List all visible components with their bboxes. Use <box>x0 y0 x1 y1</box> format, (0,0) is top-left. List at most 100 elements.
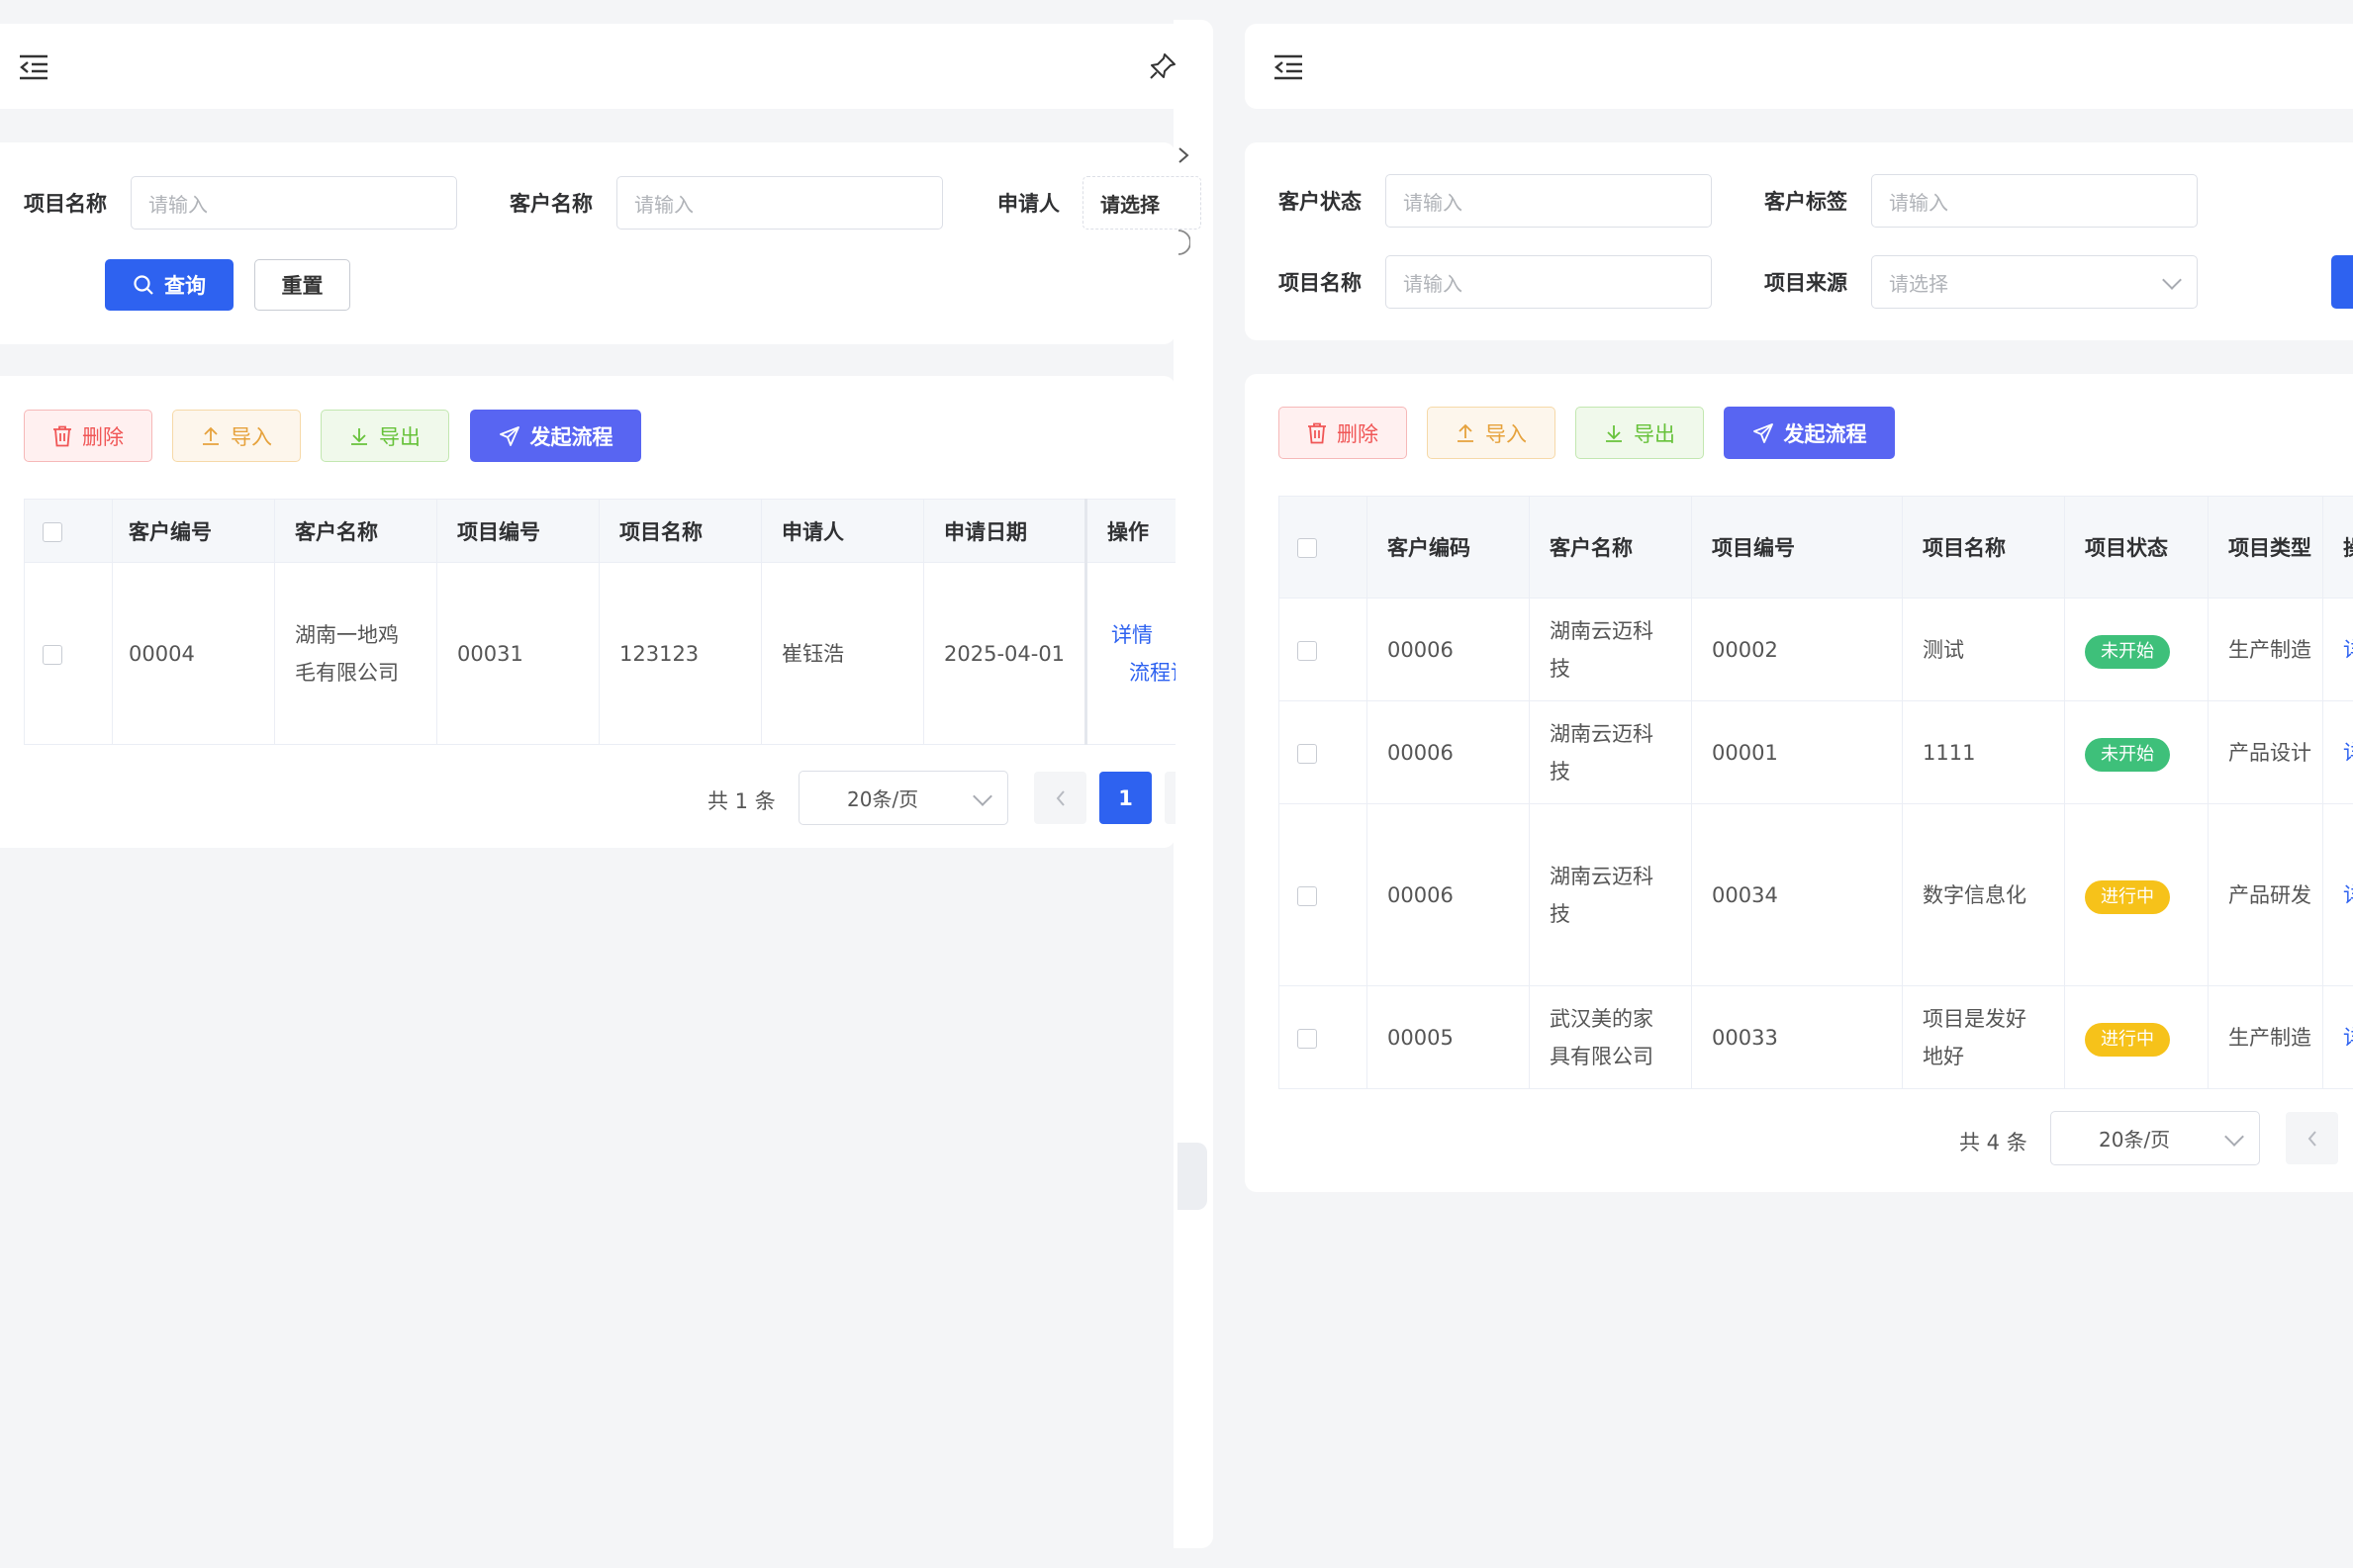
column-header[interactable]: 项目名称 <box>599 499 762 563</box>
status-badge: 未开始 <box>2085 737 2170 772</box>
customer-code-cell: 00006 <box>1366 700 1530 804</box>
collapse-menu-icon[interactable] <box>18 53 49 81</box>
prev-page-button[interactable] <box>1034 772 1086 824</box>
project-no-cell: 00002 <box>1691 598 1903 701</box>
prev-page-button[interactable] <box>2286 1112 2338 1164</box>
start-flow-button[interactable]: 发起流程 <box>1724 407 1895 459</box>
chevron-right-icon[interactable] <box>1176 145 1190 165</box>
project-no-cell: 00031 <box>436 562 600 745</box>
row-checkbox[interactable] <box>1297 640 1317 661</box>
customer-status-label: 客户状态 <box>1278 190 1362 214</box>
row-checkbox[interactable] <box>1297 1028 1317 1049</box>
table-row[interactable]: 00005武汉美的家具有限公司00033项目是发好地好进行中 生产制造详 <box>1278 985 2353 1089</box>
export-label: 导出 <box>1634 421 1675 446</box>
right-header-bar <box>1245 24 2353 109</box>
project-source-placeholder: 请选择 <box>1889 271 1948 296</box>
project-name-input[interactable]: 请输入 <box>131 176 457 230</box>
detail-link[interactable]: 详 <box>2343 638 2353 662</box>
download-icon <box>1606 424 1622 442</box>
customer-name-input[interactable]: 请输入 <box>616 176 943 230</box>
row-checkbox[interactable] <box>43 644 62 665</box>
row-checkbox[interactable] <box>1297 885 1317 906</box>
column-header[interactable]: 客户名称 <box>274 499 437 563</box>
table-header-row: 客户编码 客户名称 项目编号 项目名称 项目状态 项目类型 操 <box>1278 496 2353 599</box>
project-no-cell: 00033 <box>1691 985 1903 1089</box>
column-header[interactable]: 项目名称 <box>1902 496 2065 599</box>
collapse-menu-icon[interactable] <box>1272 53 1304 81</box>
page-size-select[interactable]: 20条/页 <box>2050 1111 2260 1165</box>
column-header[interactable]: 项目编号 <box>1691 496 1903 599</box>
action-cell: 详 <box>2322 803 2353 986</box>
delete-button[interactable]: 删除 <box>24 410 152 462</box>
next-page-button[interactable] <box>1165 772 1176 824</box>
row-checkbox-cell <box>1278 985 1367 1089</box>
flow-detail-link[interactable]: 流程详 <box>1129 661 1176 685</box>
column-header[interactable]: 操作 <box>1084 499 1176 563</box>
column-header[interactable]: 项目类型 <box>2208 496 2323 599</box>
circle-handle-icon[interactable] <box>1176 228 1190 257</box>
page-1-button[interactable]: 1 <box>1099 772 1152 824</box>
row-checkbox[interactable] <box>1297 743 1317 764</box>
actions-cell: 详情 编 流程详 <box>1084 562 1176 745</box>
project-no-cell: 00034 <box>1691 803 1903 986</box>
chevron-left-icon <box>2307 1130 2316 1147</box>
status-badge: 进行中 <box>2085 1022 2170 1057</box>
column-header[interactable]: 客户编号 <box>112 499 275 563</box>
upload-icon <box>1458 423 1473 442</box>
table-row[interactable]: 00004 湖南一地鸡毛有限公司 00031 123123 崔钰浩 2025-0… <box>24 562 1176 745</box>
applicant-select[interactable]: 请选择 <box>1082 176 1201 230</box>
select-all-cell <box>24 499 113 563</box>
column-header[interactable]: 客户名称 <box>1529 496 1692 599</box>
query-button[interactable] <box>2331 255 2353 309</box>
column-header[interactable]: 项目编号 <box>436 499 600 563</box>
detail-link[interactable]: 详情 <box>1111 623 1153 647</box>
chevron-down-icon <box>973 785 992 806</box>
left-panel: 项目名称 请输入 客户名称 请输入 申请人 请选择 查询 重置 删除 导入 导出… <box>0 0 1213 1568</box>
right-data-table: 客户编码 客户名称 项目编号 项目名称 项目状态 项目类型 操 00006湖南云… <box>1278 496 2353 1089</box>
side-tab[interactable] <box>1177 1143 1207 1210</box>
column-header[interactable]: 项目状态 <box>2064 496 2209 599</box>
chevron-down-icon <box>2224 1126 2244 1147</box>
column-header[interactable]: 申请日期 <box>923 499 1086 563</box>
project-name-cell: 项目是发好地好 <box>1902 985 2065 1089</box>
left-filter-card: 项目名称 请输入 客户名称 请输入 申请人 请选择 查询 重置 <box>0 142 1201 344</box>
page-size-select[interactable]: 20条/页 <box>799 771 1008 825</box>
column-header[interactable]: 申请人 <box>761 499 924 563</box>
pin-icon[interactable] <box>1148 51 1177 81</box>
customer-name-cell: 湖南云迈科技 <box>1529 803 1692 986</box>
chevron-down-icon <box>2162 270 2182 290</box>
column-header[interactable]: 操 <box>2322 496 2353 599</box>
import-button[interactable]: 导入 <box>172 410 301 462</box>
customer-tag-input[interactable]: 请输入 <box>1871 174 2198 228</box>
export-button[interactable]: 导出 <box>321 410 449 462</box>
detail-link[interactable]: 详 <box>2343 1026 2353 1050</box>
import-label: 导入 <box>1485 421 1527 446</box>
pager-total: 共 1 条 <box>707 789 776 813</box>
customer-tag-label: 客户标签 <box>1764 190 1847 214</box>
customer-name-cell: 湖南云迈科技 <box>1529 598 1692 701</box>
applicant-label: 申请人 <box>997 192 1060 216</box>
customer-name-label: 客户名称 <box>510 192 593 216</box>
select-all-checkbox[interactable] <box>43 521 62 542</box>
export-button[interactable]: 导出 <box>1575 407 1704 459</box>
reset-button[interactable]: 重置 <box>254 259 350 311</box>
detail-link[interactable]: 详 <box>2343 741 2353 765</box>
delete-button[interactable]: 删除 <box>1278 407 1407 459</box>
table-row[interactable]: 00006湖南云迈科技000011111 未开始 产品设计详 <box>1278 700 2353 804</box>
table-row[interactable]: 00006湖南云迈科技00034数字信息化进行中 产品研发详 <box>1278 803 2353 986</box>
detail-link[interactable]: 详 <box>2343 883 2353 907</box>
project-name-input[interactable]: 请输入 <box>1385 255 1712 309</box>
left-table-card: 删除 导入 导出 发起流程 客户编号 客户名称 项目编号 项目名称 申请人 申请… <box>0 376 1176 848</box>
action-cell: 详 <box>2322 985 2353 1089</box>
customer-status-input[interactable]: 请输入 <box>1385 174 1712 228</box>
applicant-cell: 崔钰浩 <box>761 562 924 745</box>
project-source-select[interactable]: 请选择 <box>1871 255 2198 309</box>
column-header[interactable]: 客户编码 <box>1366 496 1530 599</box>
import-button[interactable]: 导入 <box>1427 407 1555 459</box>
row-checkbox-cell <box>1278 803 1367 986</box>
start-flow-button[interactable]: 发起流程 <box>470 410 641 462</box>
select-all-checkbox[interactable] <box>1297 538 1317 558</box>
query-button[interactable]: 查询 <box>105 259 234 311</box>
table-row[interactable]: 00006湖南云迈科技00002测试未开始 生产制造详 <box>1278 598 2353 701</box>
customer-code-cell: 00005 <box>1366 985 1530 1089</box>
